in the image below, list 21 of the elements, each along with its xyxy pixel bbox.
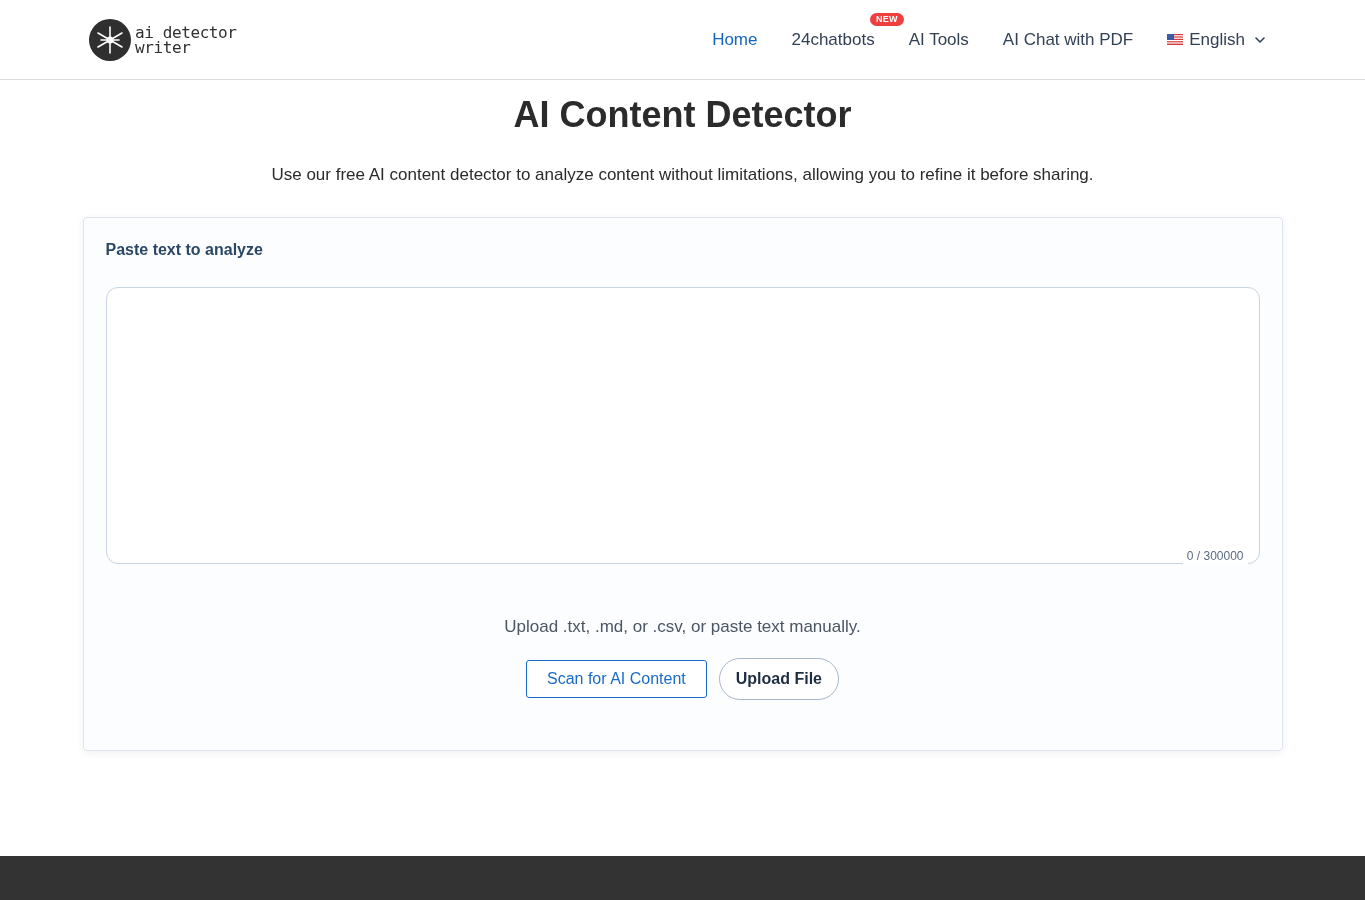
logo-text: writer xyxy=(135,39,191,55)
site-logo[interactable]: ai detector writer xyxy=(89,18,237,61)
scan-button[interactable]: Scan for AI Content xyxy=(526,660,707,698)
page-title: AI Content Detector xyxy=(513,93,852,137)
language-label: English xyxy=(1189,28,1245,51)
nav-link[interactable]: AI Tools xyxy=(908,29,969,49)
logo-starburst-icon xyxy=(89,18,131,61)
upload-hint: Upload .txt, .md, or .csv, or paste text manually. xyxy=(503,616,862,638)
input-label: Paste text to analyze xyxy=(105,240,264,260)
nav-link[interactable]: Home xyxy=(712,29,758,49)
text-input-field[interactable] xyxy=(105,287,1260,564)
language-selector[interactable]: English xyxy=(1167,26,1265,53)
logo-text: ai detector xyxy=(135,24,237,40)
flag-icon xyxy=(1167,34,1184,45)
upload-file-button[interactable]: Upload File xyxy=(718,658,839,700)
nav-link[interactable]: AI Chat with PDF xyxy=(1002,29,1134,49)
new-badge: NEW xyxy=(870,12,904,26)
page-subtitle: Use our free AI content detector to analyze content without limitations, allowing you to refine it before sharing. xyxy=(271,164,1094,186)
nav-link[interactable]: 24chatbots xyxy=(791,29,875,49)
chevron-down-icon xyxy=(1255,36,1265,43)
character-counter: 0 / 300000 xyxy=(1182,548,1248,564)
